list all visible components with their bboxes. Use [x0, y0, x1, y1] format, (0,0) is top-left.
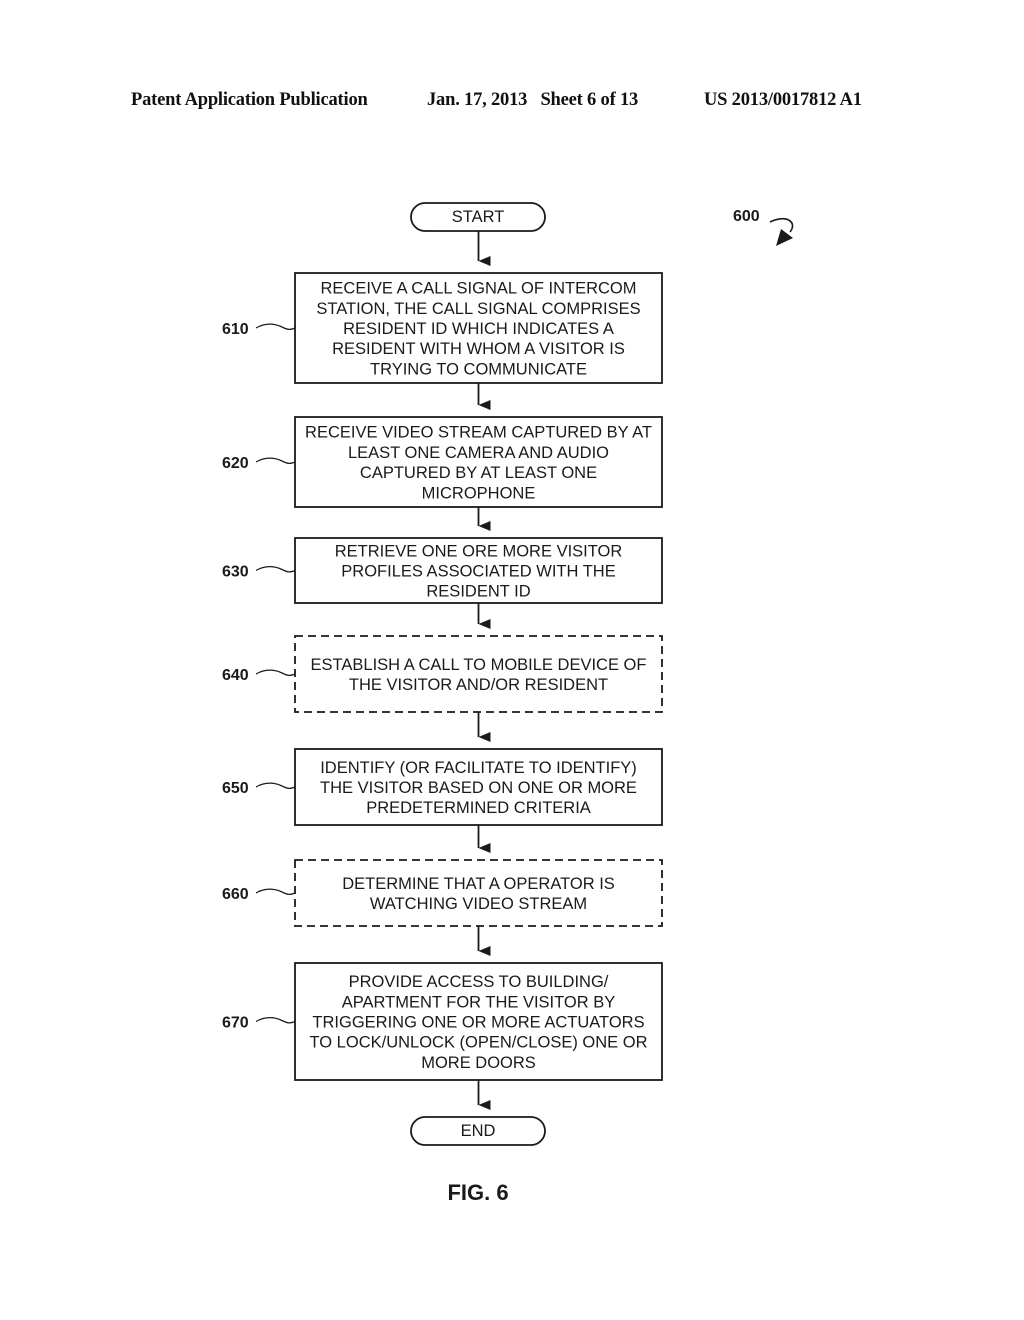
start-terminal: START: [410, 202, 546, 232]
step-text-line: PREDETERMINED CRITERIA: [366, 799, 591, 817]
process-step-640: ESTABLISH A CALL TO MOBILE DEVICE OF THE …: [222, 635, 663, 713]
leader-line: [255, 457, 296, 465]
step-text-line: PROVIDE ACCESS TO BUILDING/: [349, 973, 609, 991]
start-label: START: [452, 208, 505, 226]
step-ref-label: 620: [222, 455, 249, 472]
end-terminal: END: [410, 1116, 546, 1146]
step-ref-label: 670: [222, 1015, 249, 1032]
step-text-line: TRYING TO COMMUNICATE: [370, 360, 587, 378]
figure-label: FIG. 6: [447, 1180, 508, 1205]
step-ref-label: 610: [222, 321, 249, 338]
step-text-line: IDENTIFY (OR FACILITATE TO IDENTIFY): [320, 759, 637, 777]
end-label: END: [461, 1122, 496, 1140]
leader-line: [255, 669, 296, 677]
step-text-line: RESIDENT ID: [426, 583, 530, 601]
process-step-610: RECEIVE A CALL SIGNAL OF INTERCOM STATION…: [222, 272, 663, 384]
step-text-line: RECEIVE VIDEO STREAM CAPTURED BY AT: [305, 424, 652, 442]
diagram-ref-label: 600: [733, 208, 760, 225]
step-box: [294, 635, 663, 713]
leader-line: [255, 323, 296, 331]
step-text-line: RECEIVE A CALL SIGNAL OF INTERCOM: [320, 280, 636, 298]
step-text-line: MICROPHONE: [422, 484, 536, 502]
step-ref-label: 630: [222, 564, 249, 581]
step-text-line: ESTABLISH A CALL TO MOBILE DEVICE OF: [311, 656, 647, 674]
step-box: [294, 859, 663, 927]
step-text-line: MORE DOORS: [421, 1054, 536, 1072]
process-step-670: PROVIDE ACCESS TO BUILDING/APARTMENT FOR…: [222, 962, 663, 1081]
step-ref-label: 650: [222, 780, 249, 797]
step-text-line: APARTMENT FOR THE VISITOR BY: [342, 993, 616, 1011]
step-text-line: RESIDENT ID WHICH INDICATES A: [343, 320, 614, 338]
flowchart: START 600 RECEIVE A CALL SIGNAL OF INTER…: [222, 202, 794, 1205]
step-text-line: THE VISITOR AND/OR RESIDENT: [349, 676, 608, 694]
process-step-620: RECEIVE VIDEO STREAM CAPTURED BY AT LEAST…: [222, 416, 663, 508]
step-text-line: STATION, THE CALL SIGNAL COMPRISES: [316, 300, 640, 318]
leader-line: [255, 1016, 296, 1024]
leader-line: [255, 888, 296, 896]
step-text-line: RETRIEVE ONE ORE MORE VISITOR: [335, 542, 623, 560]
step-text-line: WATCHING VIDEO STREAM: [370, 895, 587, 913]
step-text-line: THE VISITOR BASED ON ONE OR MORE: [320, 779, 637, 797]
leader-line: [255, 565, 296, 573]
step-text-line: RESIDENT WITH WHOM A VISITOR IS: [332, 340, 625, 358]
step-text-line: TO LOCK/UNLOCK (OPEN/CLOSE) ONE OR: [309, 1034, 647, 1052]
step-text-line: CAPTURED BY AT LEAST ONE: [360, 464, 597, 482]
step-text-line: DETERMINE THAT A OPERATOR IS: [342, 875, 615, 893]
process-step-650: IDENTIFY (OR FACILITATE TO IDENTIFY) THE …: [222, 748, 663, 826]
process-step-660: DETERMINE THAT A OPERATOR IS WATCHING VID…: [222, 859, 663, 927]
process-step-630: RETRIEVE ONE ORE MORE VISITOR PROFILES AS…: [222, 537, 663, 604]
leader-line: [255, 782, 296, 790]
step-ref-label: 660: [222, 886, 249, 903]
step-text-line: PROFILES ASSOCIATED WITH THE: [341, 563, 615, 581]
step-ref-label: 640: [222, 667, 249, 684]
diagram-reference: 600: [733, 208, 794, 246]
step-text-line: TRIGGERING ONE OR MORE ACTUATORS: [312, 1014, 644, 1032]
step-text-line: LEAST ONE CAMERA AND AUDIO: [348, 444, 609, 462]
